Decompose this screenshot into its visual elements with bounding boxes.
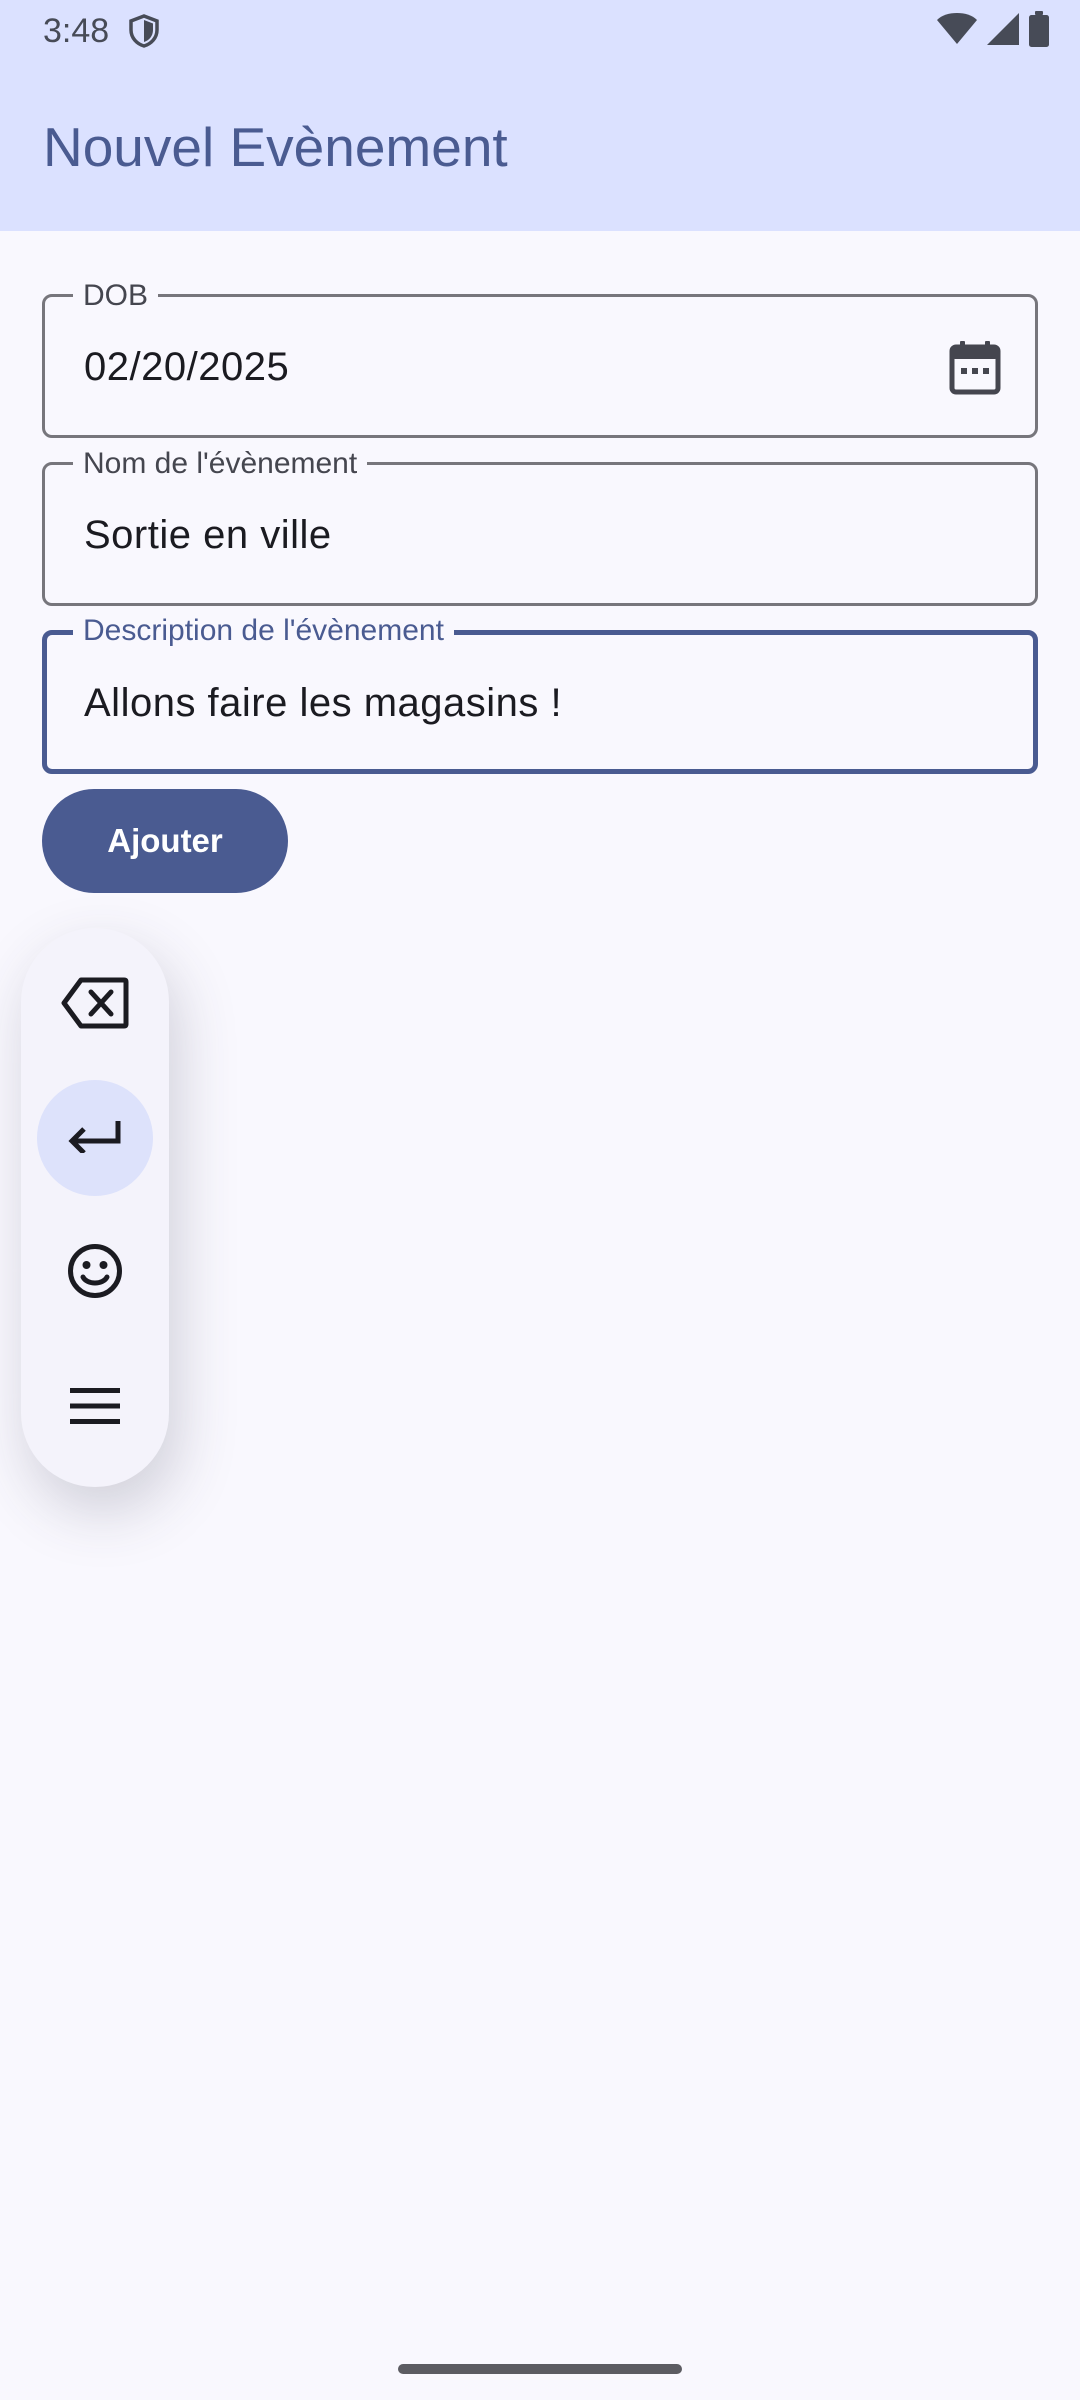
backspace-icon <box>61 977 129 1034</box>
emoji-icon <box>67 1243 123 1304</box>
dob-value[interactable]: 02/20/2025 <box>84 343 289 391</box>
calendar-icon[interactable] <box>949 341 1001 395</box>
status-time: 3:48 <box>43 12 110 50</box>
cell-signal-icon <box>986 12 1020 51</box>
event-description-field[interactable]: Description de l'évènement Allons faire … <box>42 614 1038 774</box>
floating-keyboard-toolbar-panel <box>21 928 169 1487</box>
shield-icon <box>128 14 160 48</box>
status-icons <box>936 10 1050 52</box>
enter-icon <box>68 1119 122 1158</box>
battery-icon <box>1028 10 1050 52</box>
add-button[interactable]: Ajouter <box>42 789 288 893</box>
app-bar: 3:48 Nouvel Evènement <box>0 0 1080 231</box>
menu-button[interactable] <box>37 1350 153 1466</box>
emoji-button[interactable] <box>37 1215 153 1331</box>
event-description-value[interactable]: Allons faire les magasins ! <box>84 679 562 727</box>
event-name-value[interactable]: Sortie en ville <box>84 511 332 559</box>
home-indicator[interactable] <box>398 2364 682 2374</box>
menu-icon <box>70 1387 120 1429</box>
backspace-button[interactable] <box>37 947 153 1063</box>
dob-label: DOB <box>73 279 159 313</box>
wifi-icon <box>936 12 978 51</box>
event-name-label: Nom de l'évènement <box>73 447 368 481</box>
enter-button[interactable] <box>37 1080 153 1196</box>
event-description-label: Description de l'évènement <box>73 614 454 648</box>
event-name-field[interactable]: Nom de l'évènement Sortie en ville <box>42 447 1038 606</box>
dob-field[interactable]: DOB 02/20/2025 <box>42 279 1038 438</box>
page-title: Nouvel Evènement <box>43 116 508 178</box>
